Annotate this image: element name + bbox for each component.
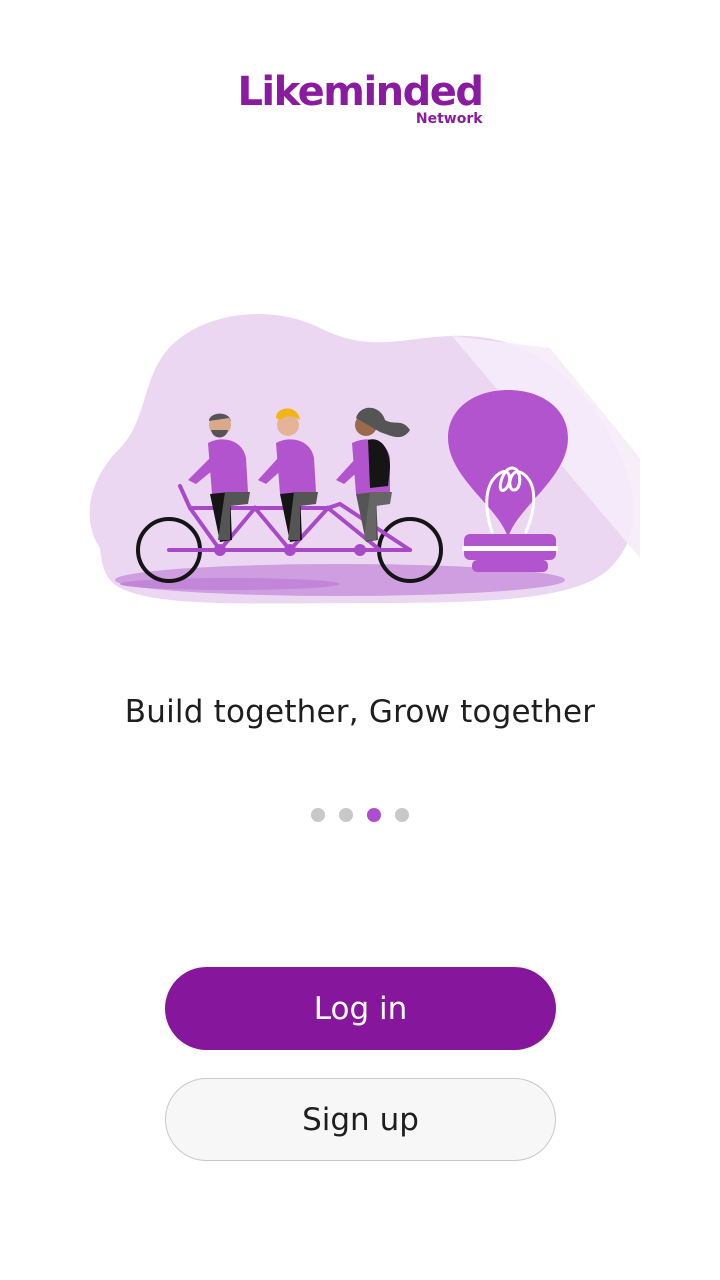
page-dot-2[interactable] — [339, 808, 353, 822]
page-dot-4[interactable] — [395, 808, 409, 822]
login-button-label: Log in — [313, 990, 408, 1027]
onboarding-tagline: Build together, Grow together — [124, 694, 596, 730]
tandem-bicycle-illustration — [89, 314, 640, 604]
page-dot-3-active[interactable] — [367, 808, 381, 822]
onboarding-screen: Likeminded Network Build together, Grow … — [0, 0, 720, 1280]
signup-button-label: Sign up — [302, 1101, 419, 1138]
page-dot-1[interactable] — [311, 808, 325, 822]
logo-wordmark: Likeminded — [237, 69, 484, 115]
login-button[interactable]: Log in — [165, 967, 556, 1050]
page-indicator — [0, 808, 720, 822]
app-logo: Likeminded Network — [0, 68, 720, 128]
signup-button[interactable]: Sign up — [165, 1078, 556, 1161]
